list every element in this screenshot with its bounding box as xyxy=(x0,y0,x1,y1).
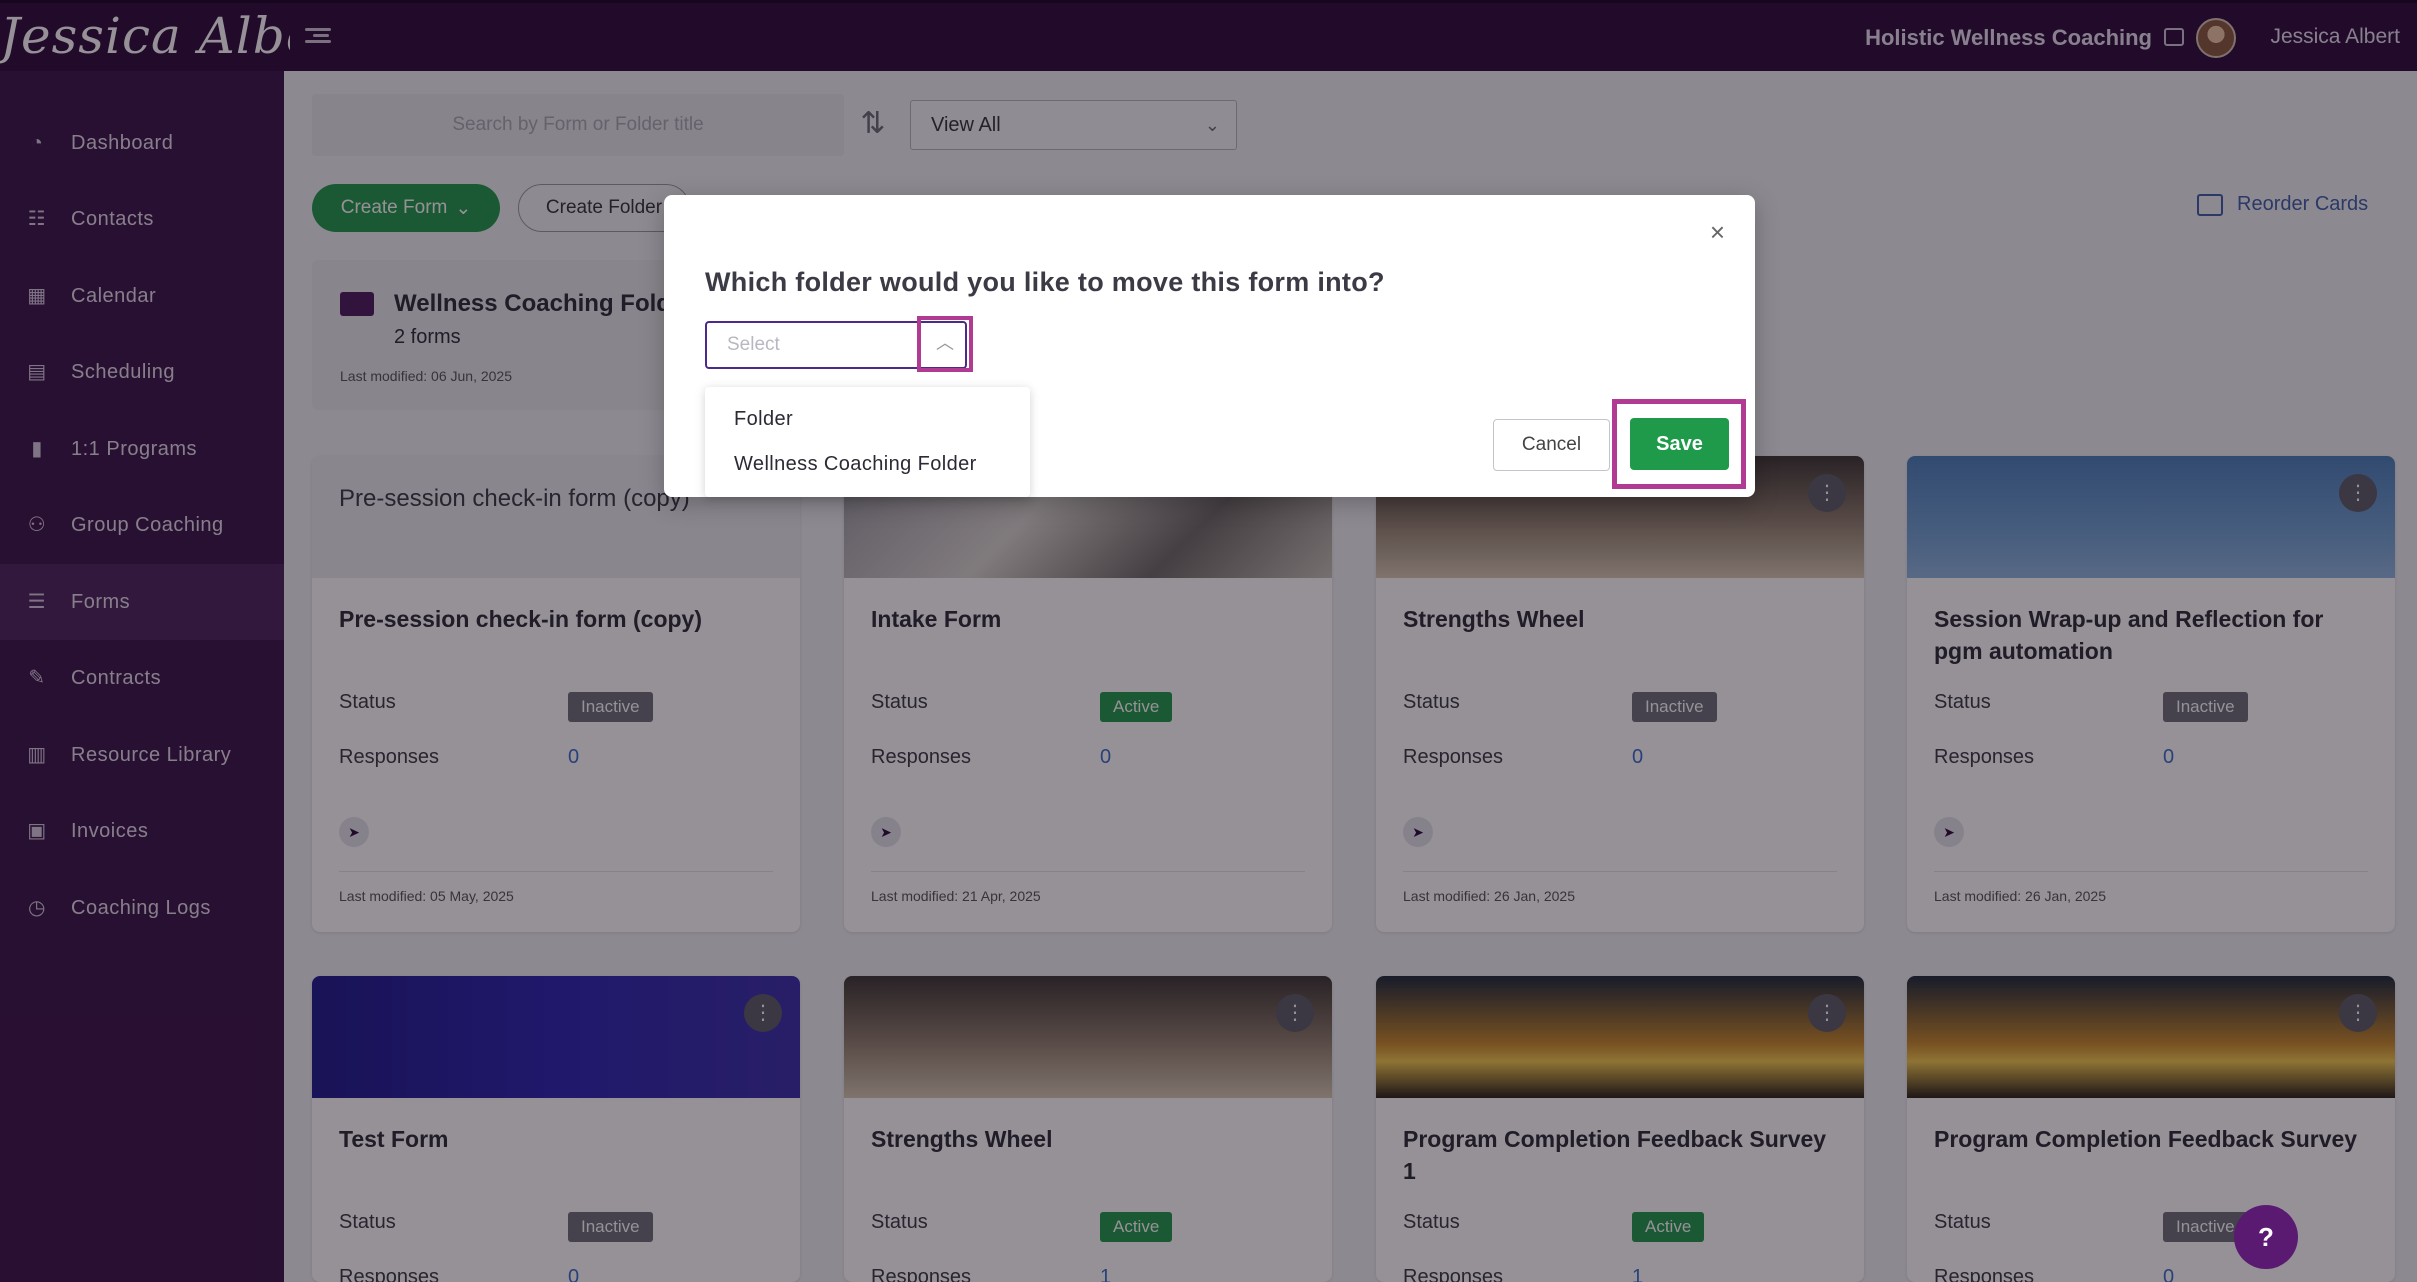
help-button[interactable]: ? xyxy=(2234,1205,2298,1269)
modal-backdrop[interactable] xyxy=(0,0,2417,1282)
dialog-title: Which folder would you like to move this… xyxy=(705,267,1385,297)
folder-dropdown-menu: Folder Wellness Coaching Folder xyxy=(705,387,1030,497)
save-button[interactable]: Save xyxy=(1630,418,1729,470)
cancel-button[interactable]: Cancel xyxy=(1493,419,1610,471)
close-icon[interactable]: × xyxy=(1710,217,1725,248)
chevron-up-icon[interactable]: ︿ xyxy=(917,316,973,372)
dropdown-option-folder[interactable]: Folder xyxy=(734,408,793,431)
dropdown-option-wellness-coaching-folder[interactable]: Wellness Coaching Folder xyxy=(734,453,977,476)
